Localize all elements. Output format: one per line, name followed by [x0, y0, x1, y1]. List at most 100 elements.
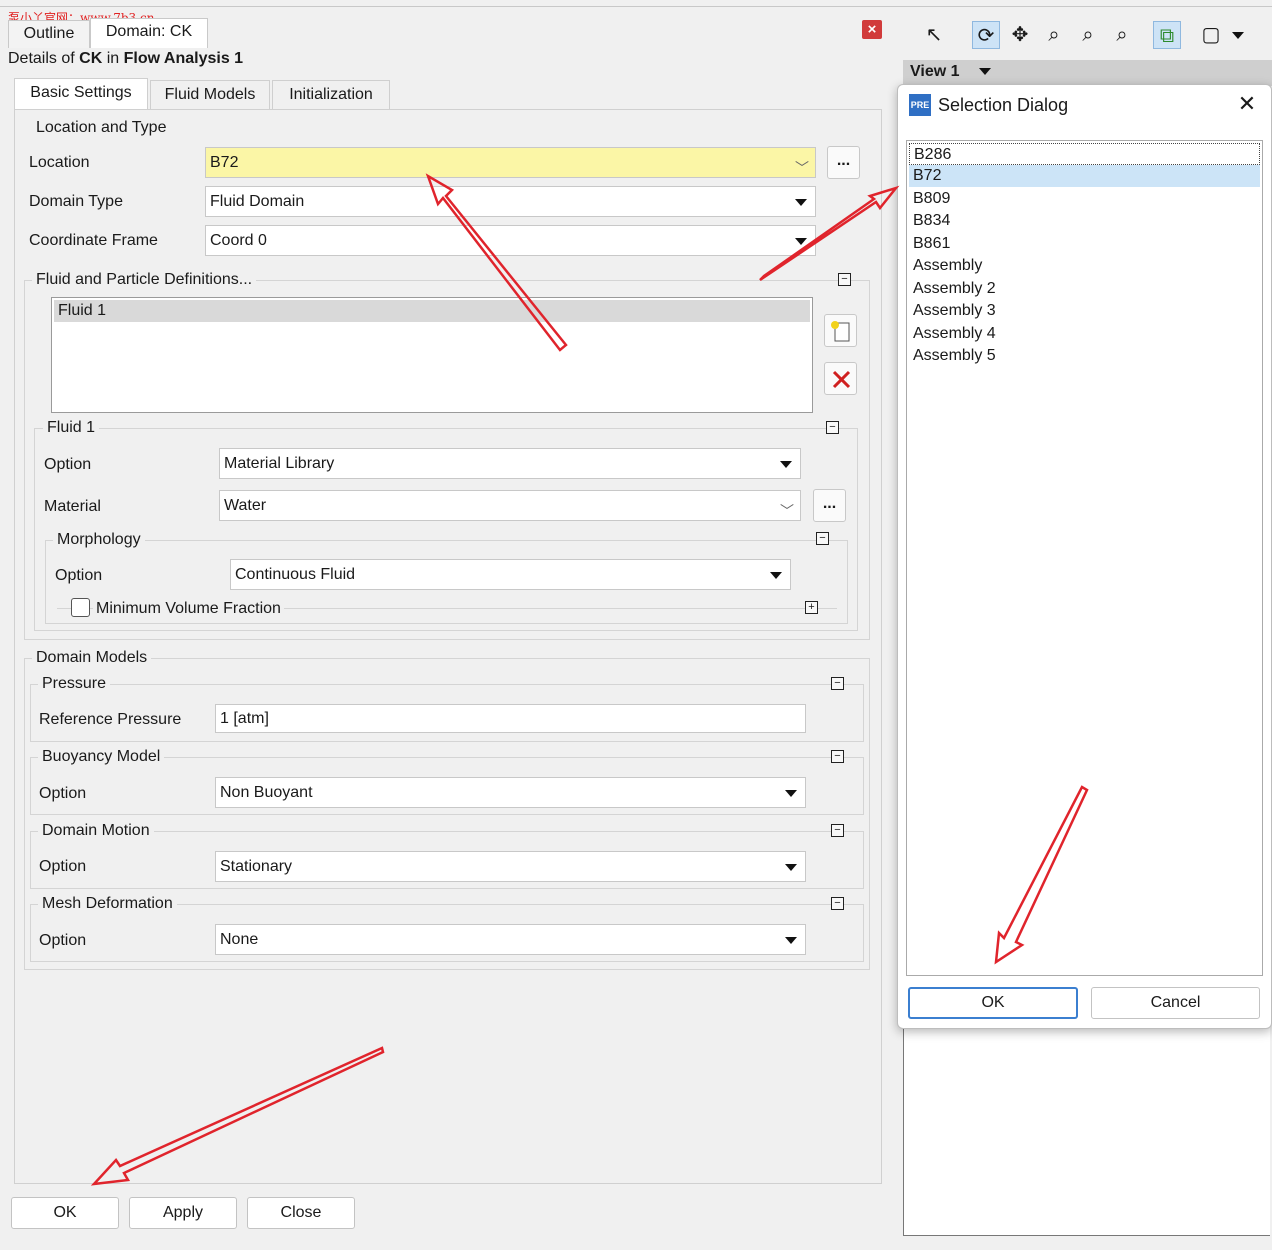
- buoyancy-option-select[interactable]: Non Buoyant: [215, 777, 806, 808]
- material-label: Material: [44, 498, 101, 515]
- morph-option-select[interactable]: Continuous Fluid: [230, 559, 791, 590]
- close-button[interactable]: Close: [247, 1197, 355, 1229]
- ok-button[interactable]: OK: [11, 1197, 119, 1229]
- dialog-ok-button[interactable]: OK: [908, 987, 1078, 1019]
- apply-button[interactable]: Apply: [129, 1197, 237, 1229]
- list-item[interactable]: Assembly 2: [909, 278, 1260, 300]
- list-item[interactable]: B834: [909, 210, 1260, 232]
- chevron-down-icon: ﹀: [795, 160, 809, 176]
- list-item[interactable]: Assembly: [909, 255, 1260, 277]
- domain-type-label: Domain Type: [29, 193, 123, 210]
- list-item[interactable]: Assembly 3: [909, 300, 1260, 322]
- selection-list[interactable]: B286 B72 B809 B834 B861 Assembly Assembl…: [906, 140, 1263, 976]
- fluid-list[interactable]: Fluid 1: [51, 297, 813, 413]
- view-dropdown-icon[interactable]: [979, 68, 991, 75]
- legend-morphology: Morphology: [53, 531, 145, 549]
- viewport-dropdown-icon[interactable]: [1232, 32, 1244, 39]
- ref-pressure-input[interactable]: 1 [atm]: [215, 704, 806, 733]
- dropdown-arrow-icon: [785, 790, 797, 797]
- material-combo[interactable]: Water ﹀: [219, 490, 801, 521]
- dropdown-arrow-icon: [770, 572, 782, 579]
- tab-domain-ck[interactable]: Domain: CK: [90, 18, 208, 48]
- dialog-cancel-button[interactable]: Cancel: [1091, 987, 1260, 1019]
- zoom-box-icon[interactable]: ⌕: [1074, 21, 1102, 49]
- rotate-icon[interactable]: ⟳: [972, 21, 1000, 49]
- pan-icon[interactable]: ✥: [1006, 21, 1034, 49]
- location-browse-button[interactable]: ...: [827, 146, 860, 179]
- collapse-icon[interactable]: −: [831, 677, 844, 690]
- tab-outline[interactable]: Outline: [8, 20, 90, 48]
- fluid-option-label: Option: [44, 456, 92, 473]
- fit-view-icon[interactable]: ⧉: [1153, 21, 1181, 49]
- mesh-option-value: None: [220, 931, 259, 948]
- list-item-selected[interactable]: B72: [909, 165, 1260, 187]
- zoom-fit-icon[interactable]: ⌕: [1108, 21, 1136, 49]
- top-divider: [0, 6, 1272, 7]
- list-item[interactable]: Assembly 5: [909, 345, 1260, 367]
- legend-pressure: Pressure: [38, 675, 111, 693]
- new-fluid-button[interactable]: [824, 314, 857, 347]
- subtab-init-label: Initialization: [289, 86, 373, 103]
- subtab-fluid-label: Fluid Models: [164, 86, 256, 103]
- collapse-icon[interactable]: −: [826, 421, 839, 434]
- subtab-basic-settings[interactable]: Basic Settings: [14, 78, 148, 110]
- subtab-initialization[interactable]: Initialization: [272, 80, 390, 110]
- mesh-option-select[interactable]: None: [215, 924, 806, 955]
- legend-domain-models: Domain Models: [32, 649, 152, 667]
- list-item[interactable]: B286: [909, 143, 1260, 165]
- dropdown-arrow-icon: [785, 937, 797, 944]
- fluid-list-item[interactable]: Fluid 1: [54, 300, 810, 322]
- material-value: Water: [224, 497, 267, 514]
- material-browse-button[interactable]: ...: [813, 489, 846, 522]
- chevron-down-icon: ﹀: [780, 503, 794, 519]
- ref-pressure-value: 1 [atm]: [220, 710, 269, 727]
- legend-mesh-deformation: Mesh Deformation: [38, 895, 177, 913]
- select-pointer-icon[interactable]: ↖: [920, 21, 948, 49]
- details-name: CK: [79, 50, 103, 67]
- list-item[interactable]: B861: [909, 233, 1260, 255]
- dropdown-arrow-icon: [780, 461, 792, 468]
- fluid-option-select[interactable]: Material Library: [219, 448, 801, 479]
- tab-outline-label: Outline: [23, 25, 75, 42]
- details-analysis: Flow Analysis 1: [123, 50, 244, 67]
- collapse-icon[interactable]: −: [816, 532, 829, 545]
- buoyancy-option-value: Non Buoyant: [220, 784, 313, 801]
- list-item[interactable]: B809: [909, 188, 1260, 210]
- details-mid: in: [106, 50, 120, 67]
- subtab-fluid-models[interactable]: Fluid Models: [150, 80, 270, 110]
- motion-option-label: Option: [39, 858, 87, 875]
- app-logo-icon: PRE: [909, 94, 931, 116]
- list-item[interactable]: Assembly 4: [909, 323, 1260, 345]
- delete-icon: [832, 370, 851, 389]
- viewport-layout-icon[interactable]: ▢: [1197, 21, 1225, 49]
- collapse-icon[interactable]: −: [831, 750, 844, 763]
- delete-fluid-button[interactable]: [824, 362, 857, 395]
- domain-type-value: Fluid Domain: [210, 193, 305, 210]
- legend-location-type: Location and Type: [32, 119, 171, 137]
- close-panel-icon[interactable]: ×: [862, 20, 882, 39]
- fluid-option-value: Material Library: [224, 455, 335, 472]
- expand-icon[interactable]: +: [805, 601, 818, 614]
- morph-option-label: Option: [55, 567, 103, 584]
- morph-option-value: Continuous Fluid: [235, 566, 356, 583]
- domain-type-select[interactable]: Fluid Domain: [205, 186, 816, 217]
- legend-fluid1: Fluid 1: [43, 419, 100, 437]
- collapse-icon[interactable]: −: [831, 824, 844, 837]
- min-volume-label: Minimum Volume Fraction: [93, 600, 284, 618]
- dialog-close-icon[interactable]: ✕: [1236, 92, 1258, 116]
- coord-frame-select[interactable]: Coord 0: [205, 225, 816, 256]
- details-heading: Details of CK in Flow Analysis 1: [8, 50, 243, 68]
- dropdown-arrow-icon: [795, 238, 807, 245]
- details-prefix: Details of: [8, 50, 75, 67]
- motion-option-value: Stationary: [220, 858, 293, 875]
- view-label[interactable]: View 1: [910, 63, 960, 81]
- min-volume-checkbox[interactable]: [71, 598, 90, 617]
- new-document-icon: [831, 321, 850, 342]
- buoyancy-option-label: Option: [39, 785, 87, 802]
- coord-frame-label: Coordinate Frame: [29, 232, 158, 249]
- zoom-icon[interactable]: ⌕: [1040, 21, 1068, 49]
- collapse-icon[interactable]: −: [831, 897, 844, 910]
- motion-option-select[interactable]: Stationary: [215, 851, 806, 882]
- collapse-icon[interactable]: −: [838, 273, 851, 286]
- location-combo[interactable]: B72 ﹀: [205, 147, 816, 178]
